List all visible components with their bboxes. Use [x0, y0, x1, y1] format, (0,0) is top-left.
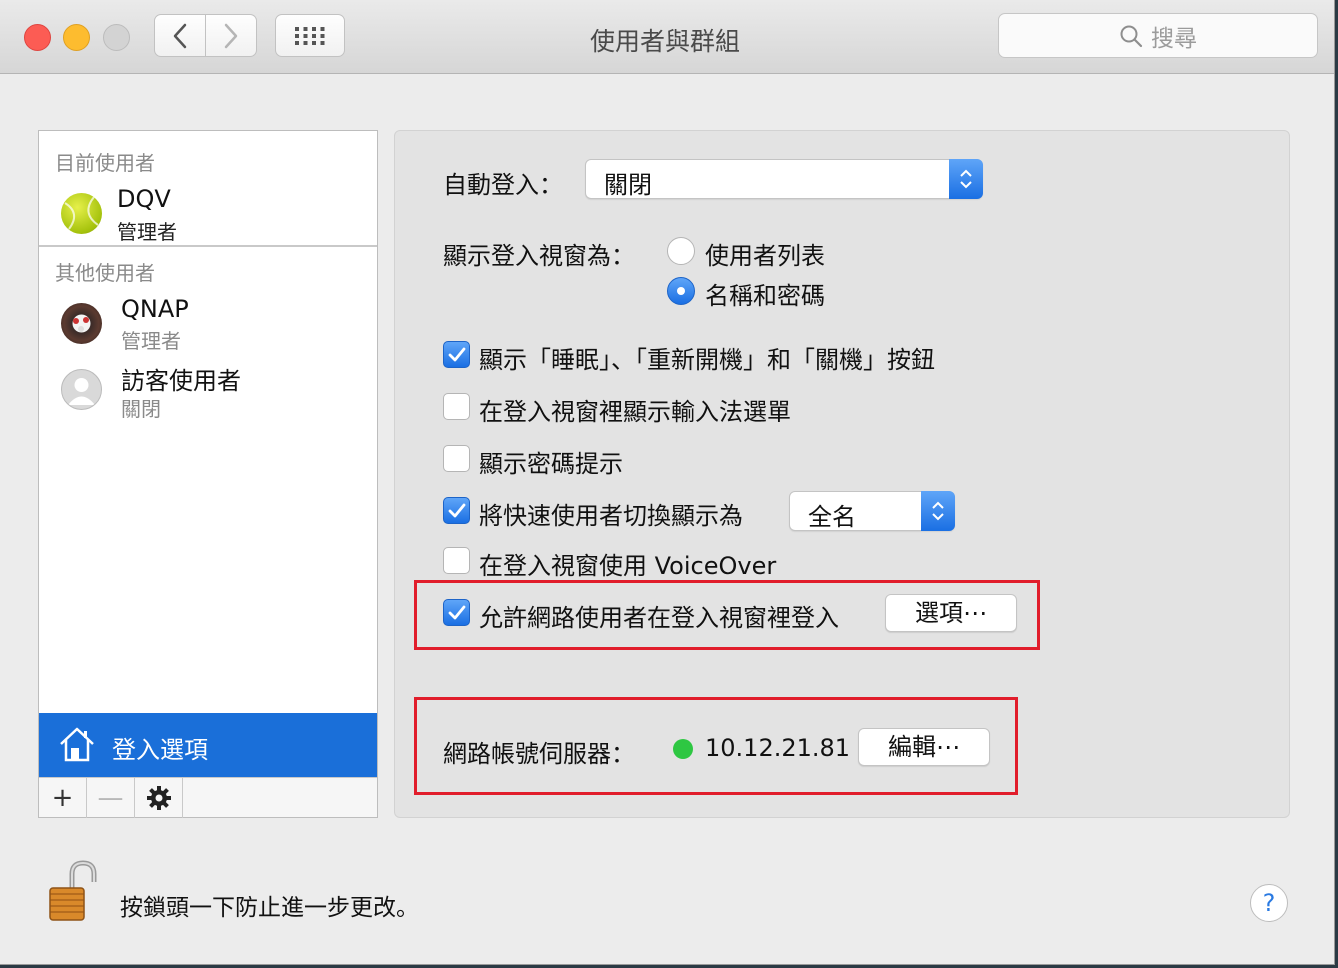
user-role: 管理者	[117, 220, 177, 244]
checkbox-input-menu[interactable]	[443, 393, 470, 420]
display-as-label: 顯示登入視窗為：	[443, 242, 635, 270]
login-options-panel: 自動登入： 關閉 顯示登入視窗為： 使用者列表 名稱和密碼 顯示「睡眠」、「重新…	[394, 130, 1290, 818]
search-icon	[1120, 25, 1143, 47]
radio-name-password-label: 名稱和密碼	[705, 282, 825, 310]
network-server-address: 10.12.21.81	[705, 734, 851, 762]
checkbox-password-hints-label: 顯示密碼提示	[479, 450, 623, 478]
action-menu-button[interactable]	[135, 778, 183, 818]
network-server-label: 網路帳號伺服器：	[443, 740, 635, 768]
chevron-right-icon	[224, 23, 238, 48]
window-title: 使用者與群組	[589, 27, 740, 56]
login-options-item[interactable]: 登入選項	[39, 713, 377, 777]
add-user-button[interactable]: +	[39, 778, 87, 818]
close-window-button[interactable]	[24, 24, 51, 51]
user-role: 關閉	[121, 397, 161, 421]
updown-arrows-icon	[921, 491, 955, 531]
unlocked-padlock-icon	[49, 860, 97, 921]
auto-login-label: 自動登入：	[443, 171, 563, 199]
current-users-header: 目前使用者	[55, 151, 155, 175]
back-button[interactable]	[154, 14, 206, 57]
remove-user-button[interactable]: —	[87, 778, 135, 818]
minus-icon: —	[97, 783, 124, 813]
checkbox-input-menu-label: 在登入視窗裡顯示輸入法選單	[479, 398, 791, 426]
checkbox-fast-user-switching[interactable]	[443, 497, 470, 524]
user-role: 管理者	[121, 329, 181, 353]
checkmark-icon	[448, 605, 466, 620]
chevron-left-icon	[173, 23, 187, 48]
fast-switch-popup[interactable]: 全名	[789, 491, 955, 531]
question-mark-icon: ?	[1262, 889, 1276, 917]
user-name: DQV	[117, 185, 171, 213]
bowling-avatar	[61, 303, 102, 344]
lock-button[interactable]	[46, 860, 100, 928]
checkbox-password-hints[interactable]	[443, 445, 470, 472]
user-item-qnap[interactable]: QNAP 管理者	[39, 295, 377, 355]
checkbox-voiceover-label: 在登入視窗使用 VoiceOver	[479, 552, 777, 580]
forward-button[interactable]	[206, 14, 257, 57]
title-bar: 使用者與群組 搜尋	[0, 0, 1334, 74]
plus-icon: +	[51, 783, 74, 813]
fast-switch-value: 全名	[808, 503, 856, 531]
radio-user-list[interactable]	[667, 237, 695, 265]
lock-hint-text: 按鎖頭一下防止進一步更改。	[120, 895, 419, 921]
checkbox-network-users-label: 允許網路使用者在登入視窗裡登入	[479, 604, 839, 632]
edit-server-button[interactable]: 編輯⋯	[858, 728, 990, 766]
user-item-guest[interactable]: 訪客使用者 關閉	[39, 363, 377, 423]
preferences-window: 使用者與群組 搜尋 目前使用者 DQV 管理者 其他使用者 QNAP 管理者 訪…	[0, 0, 1335, 965]
gear-icon	[146, 786, 171, 810]
user-item-dqv[interactable]: DQV 管理者	[39, 183, 377, 244]
checkbox-show-power-buttons[interactable]	[443, 341, 470, 368]
updown-arrows-icon	[949, 159, 983, 199]
auto-login-value: 關閉	[604, 171, 652, 199]
checkmark-icon	[448, 503, 466, 518]
radio-user-list-label: 使用者列表	[705, 242, 825, 270]
login-options-label: 登入選項	[112, 736, 208, 764]
tennis-ball-avatar	[61, 193, 102, 234]
search-placeholder: 搜尋	[1151, 25, 1197, 52]
house-icon	[60, 727, 94, 762]
sidebar-toolbar: + —	[39, 777, 377, 818]
user-name: QNAP	[121, 295, 189, 323]
checkbox-voiceover[interactable]	[443, 547, 470, 574]
checkbox-network-users[interactable]	[443, 599, 470, 626]
guest-user-icon	[61, 369, 102, 410]
checkbox-fast-user-switching-label: 將快速使用者切換顯示為	[479, 502, 743, 530]
checkmark-icon	[448, 347, 466, 362]
search-field[interactable]: 搜尋	[998, 13, 1318, 58]
minimize-window-button[interactable]	[63, 24, 90, 51]
users-sidebar: 目前使用者 DQV 管理者 其他使用者 QNAP 管理者 訪客使用者 關閉 登入…	[38, 130, 378, 818]
help-button[interactable]: ?	[1250, 884, 1288, 922]
grid-icon	[295, 26, 325, 45]
server-status-indicator	[673, 739, 693, 759]
zoom-window-button[interactable]	[103, 24, 130, 51]
other-users-header: 其他使用者	[55, 261, 155, 285]
options-button[interactable]: 選項⋯	[885, 594, 1017, 632]
auto-login-popup[interactable]: 關閉	[585, 159, 983, 199]
user-name: 訪客使用者	[121, 367, 241, 395]
checkbox-show-power-buttons-label: 顯示「睡眠」、「重新開機」和「關機」按鈕	[479, 346, 935, 374]
sidebar-divider	[39, 245, 377, 247]
radio-name-password[interactable]	[667, 277, 695, 305]
show-all-button[interactable]	[275, 14, 345, 57]
